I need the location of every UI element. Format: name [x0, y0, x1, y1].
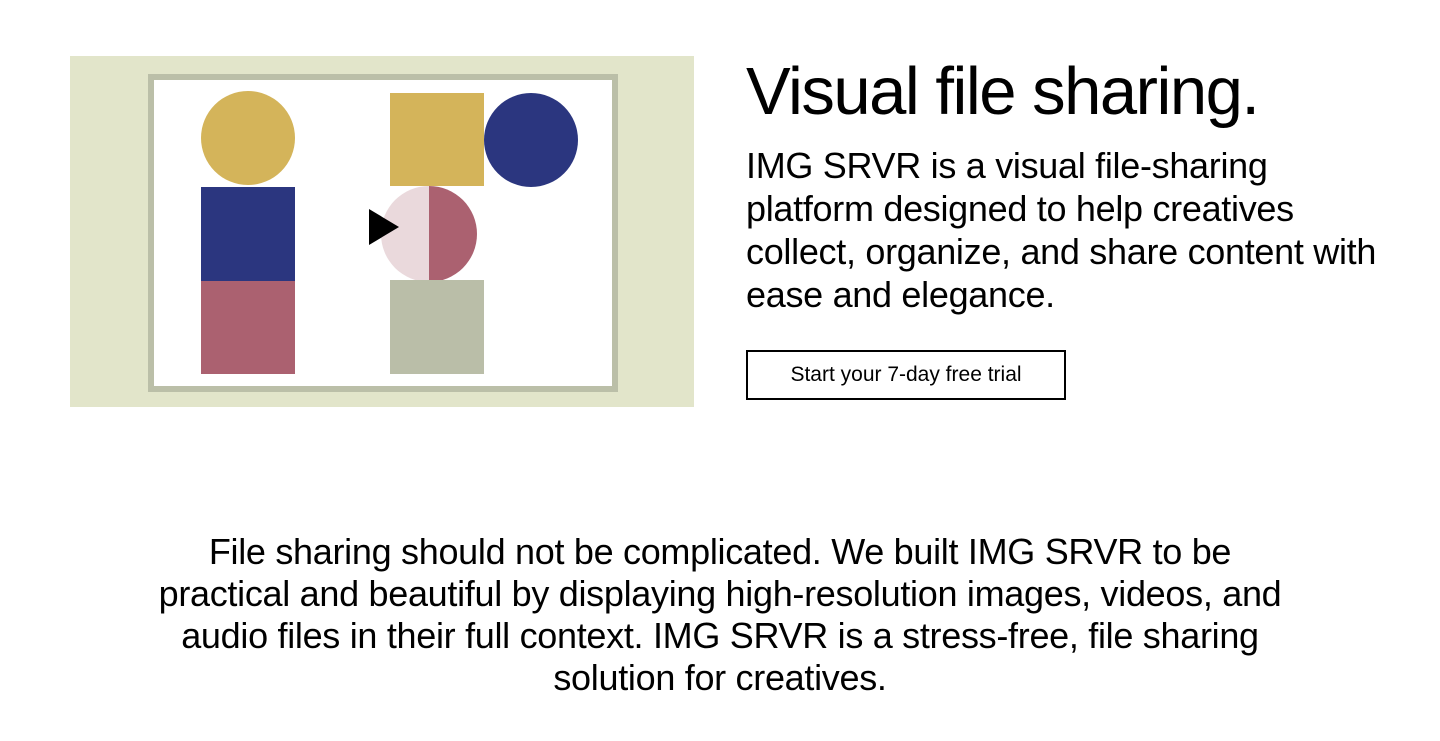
page-title: Visual file sharing.	[746, 54, 1260, 129]
navy-circle	[484, 93, 578, 187]
blush-half-circle	[381, 186, 429, 282]
hero-video-thumbnail[interactable]	[70, 56, 694, 407]
rose-half-circle	[429, 186, 477, 282]
description-paragraph: File sharing should not be complicated. …	[158, 531, 1282, 698]
navy-square	[201, 187, 295, 281]
rose-square	[201, 281, 295, 374]
sage-square	[390, 280, 484, 374]
mustard-circle	[201, 91, 295, 185]
start-free-trial-button[interactable]: Start your 7-day free trial	[746, 350, 1066, 400]
mustard-square	[390, 93, 484, 186]
geometric-artwork	[201, 91, 578, 374]
hero-intro-text: IMG SRVR is a visual file-sharing platfo…	[746, 145, 1377, 315]
